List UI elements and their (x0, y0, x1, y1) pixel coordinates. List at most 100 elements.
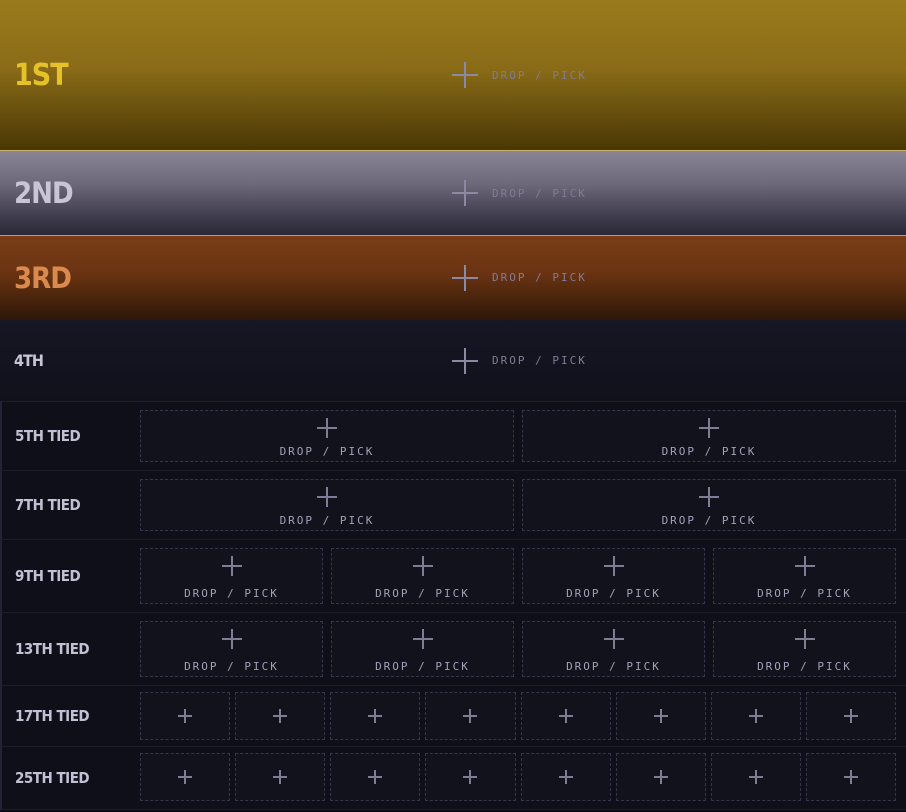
drop-slot[interactable] (710, 753, 801, 801)
tier-row: 5TH TIED DROP / PICK DROP / PICK (0, 402, 906, 471)
tier-row: 13TH TIED DROP / PICK DROP / PICK DROP / PI… (0, 613, 906, 686)
tier-label: 13TH TIED (15, 639, 90, 658)
drop-slot[interactable]: DROP / PICK (140, 548, 323, 604)
drop-slot[interactable] (235, 692, 326, 740)
plus-icon (412, 629, 433, 649)
plus-icon (794, 556, 815, 576)
tier-3rd: 3RD DROP / PICK (0, 236, 906, 320)
drop-slot[interactable] (520, 692, 611, 740)
plus-icon (699, 487, 719, 507)
plus-icon (463, 709, 478, 723)
plus-icon (748, 770, 763, 784)
plus-icon (699, 418, 719, 438)
drop-slot[interactable] (330, 753, 421, 801)
drop-slot[interactable]: DROP / PICK (713, 548, 896, 604)
tier-label: 17TH TIED (15, 706, 90, 725)
plus-icon (178, 770, 193, 784)
plus-icon (273, 709, 288, 723)
tied-rows: 5TH TIED DROP / PICK DROP / PICK 7TH TIED DR… (0, 402, 906, 810)
drop-slot[interactable]: DROP / PICK (522, 548, 705, 604)
tier-row: 17TH TIED (0, 686, 906, 747)
drop-slot[interactable] (140, 692, 231, 740)
tier-label: 4TH (14, 351, 44, 370)
slot-text: DROP / PICK (184, 660, 279, 673)
plus-icon (412, 556, 433, 576)
slot-text: DROP / PICK (566, 660, 661, 673)
drop-slot[interactable]: DROP / PICK (522, 410, 896, 462)
plus-icon (452, 347, 478, 374)
plus-icon (653, 770, 668, 784)
slot-text: DROP / PICK (661, 514, 757, 527)
plus-icon (368, 770, 383, 784)
slot-text: DROP / PICK (757, 660, 852, 673)
drop-slot[interactable] (140, 753, 231, 801)
drop-slot[interactable] (520, 753, 611, 801)
drop-slot[interactable] (615, 692, 706, 740)
drop-slot[interactable]: DROP / PICK (452, 264, 587, 291)
tier-label: 7TH TIED (15, 495, 81, 514)
slot-text: DROP / PICK (279, 514, 375, 527)
drop-slot[interactable]: DROP / PICK (452, 62, 587, 88)
drop-slot[interactable]: DROP / PICK (452, 347, 587, 374)
tier-label: 25TH TIED (15, 768, 90, 787)
slot-text: DROP / PICK (757, 587, 852, 600)
slot-text: DROP / PICK (492, 186, 587, 200)
tier-1st: 1ST DROP / PICK (0, 0, 906, 151)
tier-2nd: 2ND DROP / PICK (0, 151, 906, 236)
drop-slot[interactable]: DROP / PICK (140, 410, 514, 462)
slot-text: DROP / PICK (375, 660, 470, 673)
plus-icon (317, 487, 337, 507)
drop-slot[interactable] (615, 753, 706, 801)
drop-slot[interactable] (425, 753, 516, 801)
slot-text: DROP / PICK (566, 587, 661, 600)
drop-slot[interactable] (805, 692, 896, 740)
tier-label: 9TH TIED (15, 566, 81, 585)
plus-icon (603, 556, 624, 576)
drop-slot[interactable]: DROP / PICK (331, 621, 514, 677)
drop-slot[interactable] (425, 692, 516, 740)
plus-icon (221, 629, 242, 649)
plus-icon (843, 709, 858, 723)
plus-icon (317, 418, 337, 438)
slot-text: DROP / PICK (492, 68, 587, 82)
plus-icon (463, 770, 478, 784)
drop-slot[interactable]: DROP / PICK (522, 479, 896, 531)
drop-slot[interactable] (330, 692, 421, 740)
slot-text: DROP / PICK (492, 354, 587, 367)
plus-icon (452, 180, 478, 206)
slot-text: DROP / PICK (279, 445, 375, 458)
slot-text: DROP / PICK (661, 445, 757, 458)
plus-icon (368, 709, 383, 723)
drop-slot[interactable] (710, 692, 801, 740)
slot-text: DROP / PICK (492, 271, 587, 284)
tier-row: 25TH TIED (0, 747, 906, 810)
drop-slot[interactable]: DROP / PICK (331, 548, 514, 604)
tier-4th: 4TH DROP / PICK (0, 320, 906, 402)
drop-slot[interactable] (235, 753, 326, 801)
tier-row: 7TH TIED DROP / PICK DROP / PICK (0, 471, 906, 540)
tier-label: 1ST (14, 57, 69, 93)
plus-icon (452, 264, 478, 291)
drop-slot[interactable]: DROP / PICK (522, 621, 705, 677)
plus-icon (558, 770, 573, 784)
slot-text: DROP / PICK (375, 587, 470, 600)
plus-icon (558, 709, 573, 723)
plus-icon (273, 770, 288, 784)
plus-icon (794, 629, 815, 649)
plus-icon (748, 709, 763, 723)
drop-slot[interactable] (805, 753, 896, 801)
drop-slot[interactable]: DROP / PICK (452, 180, 587, 206)
slot-text: DROP / PICK (184, 587, 279, 600)
drop-slot[interactable]: DROP / PICK (140, 621, 323, 677)
tier-label: 5TH TIED (15, 426, 81, 445)
plus-icon (603, 629, 624, 649)
plus-icon (178, 709, 193, 723)
plus-icon (221, 556, 242, 576)
tier-label: 2ND (14, 176, 74, 210)
drop-slot[interactable]: DROP / PICK (713, 621, 896, 677)
tier-label: 3RD (14, 260, 72, 295)
plus-icon (843, 770, 858, 784)
tier-row: 9TH TIED DROP / PICK DROP / PICK DROP / PIC… (0, 540, 906, 613)
plus-icon (653, 709, 668, 723)
drop-slot[interactable]: DROP / PICK (140, 479, 514, 531)
